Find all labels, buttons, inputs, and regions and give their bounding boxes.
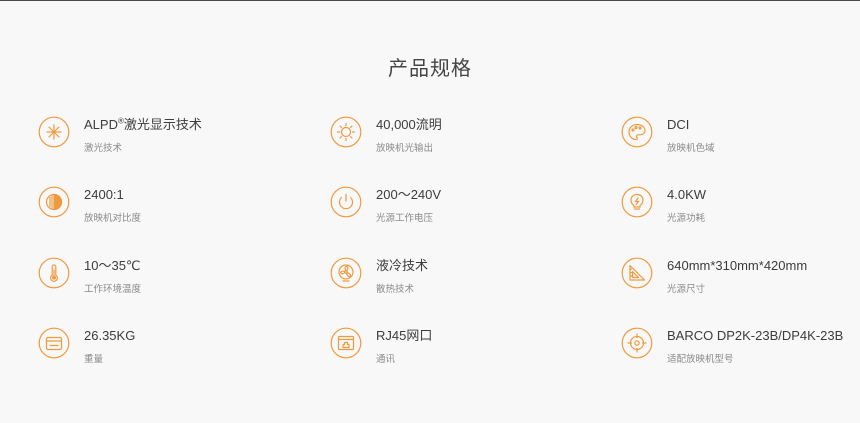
spec-label: 光源尺寸 bbox=[667, 284, 706, 295]
spec-value: 640mm*310mm*420mm bbox=[667, 258, 808, 273]
network-port-icon bbox=[330, 327, 362, 359]
spec-label: 散热技术 bbox=[376, 284, 415, 295]
spec-value: 2400:1 bbox=[84, 187, 124, 202]
spec-value: 26.35KG bbox=[84, 328, 136, 343]
spec-value: DCI bbox=[667, 117, 690, 132]
ruler-triangle-icon bbox=[621, 257, 653, 289]
spec-value: 200～240V bbox=[376, 187, 442, 202]
spec-label: 光源功耗 bbox=[667, 213, 706, 224]
spec-value: 4.0KW bbox=[667, 187, 707, 202]
spec-label: 激光技术 bbox=[84, 143, 123, 154]
spec-value: RJ45网口 bbox=[376, 328, 433, 343]
scale-icon bbox=[38, 327, 70, 359]
top-divider bbox=[0, 0, 860, 1]
spec-value: 液冷技术 bbox=[376, 258, 429, 273]
palette-icon bbox=[621, 116, 653, 148]
spec-value: 10～35℃ bbox=[84, 258, 141, 273]
thermometer-icon bbox=[38, 257, 70, 289]
power-icon bbox=[330, 186, 362, 218]
spec-label: 放映机光输出 bbox=[376, 143, 434, 154]
laser-burst-icon bbox=[38, 116, 70, 148]
sun-icon bbox=[330, 116, 362, 148]
spec-label: 放映机对比度 bbox=[84, 213, 142, 224]
page-title: 产品规格 bbox=[388, 58, 472, 80]
spec-label: 适配放映机型号 bbox=[667, 354, 734, 365]
spec-label: 工作环境温度 bbox=[84, 284, 142, 295]
contrast-icon bbox=[38, 186, 70, 218]
spec-label: 放映机色域 bbox=[667, 143, 715, 154]
spec-label: 重量 bbox=[84, 354, 104, 365]
fan-icon bbox=[330, 257, 362, 289]
target-icon bbox=[621, 327, 653, 359]
bulb-icon bbox=[621, 186, 653, 218]
spec-label: 通讯 bbox=[376, 354, 396, 365]
spec-label: 光源工作电压 bbox=[376, 213, 434, 224]
spec-value: ALPD®激光显示技术 bbox=[84, 116, 202, 132]
spec-value: 40,000流明 bbox=[376, 117, 442, 132]
spec-value: BARCO DP2K-23B/DP4K-23B bbox=[667, 328, 844, 343]
